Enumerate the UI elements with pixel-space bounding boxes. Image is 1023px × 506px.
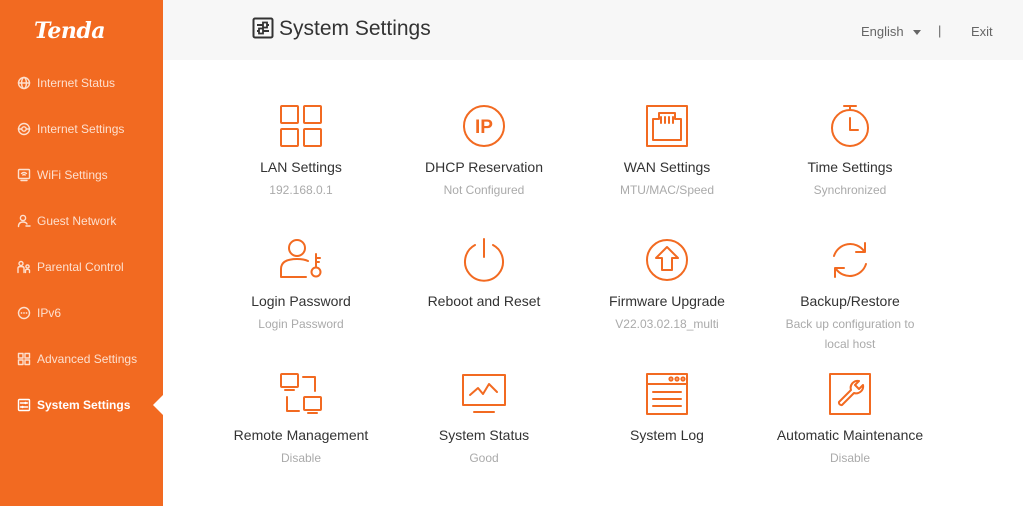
- sidebar-item-system-settings[interactable]: System Settings: [0, 390, 163, 420]
- tile-subtitle: MTU/MAC/Speed: [619, 183, 715, 197]
- tile-login-password[interactable]: Login Password Login Password: [216, 237, 386, 334]
- sidebar-item-wifi-settings[interactable]: WiFi Settings: [0, 160, 163, 190]
- sidebar-item-label: Guest Network: [37, 214, 117, 228]
- ipv6-icon: [17, 306, 31, 320]
- language-selector[interactable]: English: [861, 24, 921, 39]
- tile-subtitle: Not Configured: [443, 183, 525, 197]
- svg-text:IP: IP: [475, 117, 493, 138]
- wifi-settings-icon: [17, 168, 31, 182]
- tile-time-settings[interactable]: Time Settings Synchronized: [765, 103, 935, 200]
- tile-title: Firmware Upgrade: [609, 293, 725, 309]
- caret-down-icon: [912, 29, 921, 35]
- tile-title: DHCP Reservation: [424, 159, 543, 175]
- sidebar-item-advanced-settings[interactable]: Advanced Settings: [0, 344, 163, 374]
- upgrade-icon: [646, 239, 688, 281]
- wrench-icon: [829, 373, 871, 415]
- tile-title: Remote Management: [233, 427, 369, 443]
- tile-remote-management[interactable]: Remote Management Disable: [216, 371, 386, 468]
- tile-subtitle: Login Password: [258, 317, 344, 331]
- exit-link[interactable]: Exit: [971, 24, 993, 39]
- monitor-icon: [462, 374, 506, 413]
- tile-title: Automatic Maintenance: [776, 427, 924, 443]
- sidebar-item-internet-status[interactable]: Internet Status: [0, 68, 163, 98]
- active-item-pointer: [153, 395, 163, 415]
- tile-title: Backup/Restore: [800, 293, 900, 309]
- log-window-icon: [646, 373, 688, 415]
- tile-subtitle: Synchronized: [813, 183, 887, 197]
- sidebar-item-label: Parental Control: [37, 260, 124, 274]
- header-separator: |: [938, 23, 942, 38]
- brand-logo: Tenda: [34, 18, 105, 44]
- remote-icon: [280, 373, 322, 414]
- stopwatch-icon: [831, 105, 869, 147]
- ethernet-port-icon: [646, 105, 688, 147]
- tile-subtitle: Good: [469, 451, 499, 465]
- settings-panel-icon: [252, 17, 274, 39]
- tile-subtitle: Back up configuration to local host: [785, 317, 915, 351]
- sidebar-item-internet-settings[interactable]: Internet Settings: [0, 114, 163, 144]
- globe-icon: [17, 76, 31, 90]
- tile-dhcp-reservation[interactable]: IP DHCP Reservation Not Configured: [399, 103, 569, 200]
- advanced-icon: [17, 352, 31, 366]
- tile-title: LAN Settings: [260, 159, 342, 175]
- tile-wan-settings[interactable]: WAN Settings MTU/MAC/Speed: [582, 103, 752, 200]
- tile-title: System Status: [438, 427, 530, 443]
- ip-icon: IP: [463, 105, 505, 147]
- parental-icon: [17, 260, 31, 274]
- guest-icon: [17, 214, 31, 228]
- power-icon: [464, 238, 504, 282]
- sidebar-item-ipv6[interactable]: IPv6: [0, 298, 163, 328]
- sidebar-item-label: IPv6: [37, 306, 62, 320]
- sidebar-item-guest-network[interactable]: Guest Network: [0, 206, 163, 236]
- sidebar-item-parental-control[interactable]: Parental Control: [0, 252, 163, 282]
- sidebar-item-label: WiFi Settings: [37, 168, 108, 182]
- tile-backup-restore[interactable]: Backup/Restore Back up configuration to …: [765, 237, 935, 354]
- tile-lan-settings[interactable]: LAN Settings 192.168.0.1: [216, 103, 386, 200]
- tile-reboot-and-reset[interactable]: Reboot and Reset: [399, 237, 569, 314]
- tile-title: System Log: [630, 427, 704, 443]
- tile-subtitle: 192.168.0.1: [269, 183, 333, 197]
- tile-firmware-upgrade[interactable]: Firmware Upgrade V22.03.02.18_multi: [582, 237, 752, 334]
- language-label: English: [861, 24, 904, 39]
- tile-title: Time Settings: [807, 159, 893, 175]
- internet-settings-icon: [17, 122, 31, 136]
- sidebar: Tenda Internet Status Internet Settings …: [0, 0, 163, 506]
- tile-subtitle: Disable: [280, 451, 322, 465]
- tile-subtitle: Disable: [829, 451, 871, 465]
- tile-system-status[interactable]: System Status Good: [399, 371, 569, 468]
- tile-subtitle: V22.03.02.18_multi: [615, 317, 719, 331]
- lan-icon: [280, 105, 322, 147]
- sidebar-item-label: Internet Status: [37, 76, 116, 90]
- tile-system-log[interactable]: System Log: [582, 371, 752, 448]
- sidebar-item-label: System Settings: [37, 398, 131, 412]
- sync-icon: [833, 242, 867, 278]
- header-bar: System Settings English | Exit: [163, 0, 1023, 60]
- user-key-icon: [280, 239, 322, 278]
- tile-title: Reboot and Reset: [427, 293, 541, 309]
- tile-title: WAN Settings: [623, 159, 711, 175]
- page-title: System Settings: [279, 17, 431, 40]
- system-settings-icon: [17, 398, 31, 412]
- tile-automatic-maintenance[interactable]: Automatic Maintenance Disable: [765, 371, 935, 468]
- sidebar-item-label: Internet Settings: [37, 122, 125, 136]
- sidebar-item-label: Advanced Settings: [37, 352, 138, 366]
- tile-title: Login Password: [251, 293, 351, 309]
